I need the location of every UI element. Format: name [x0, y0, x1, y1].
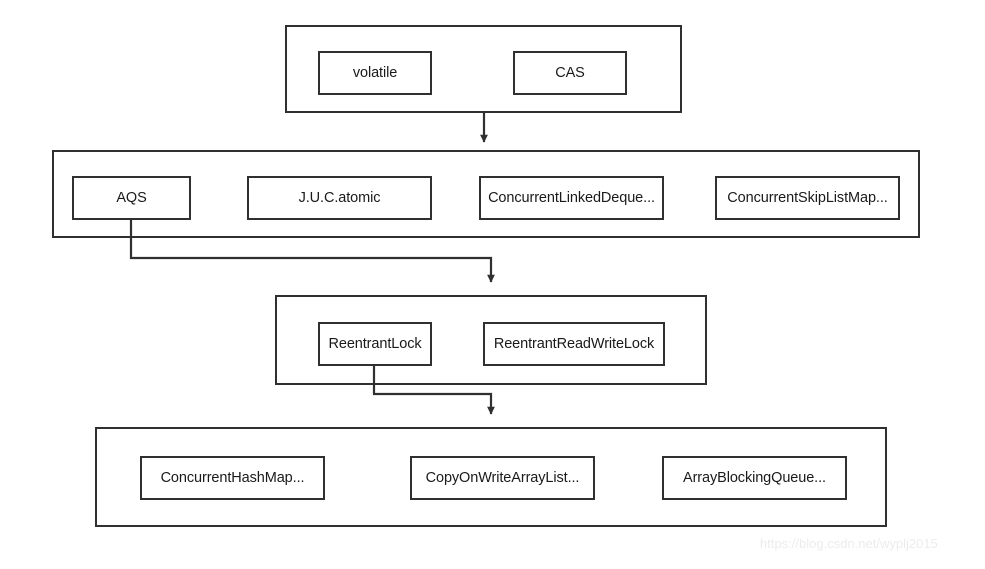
node-array-blocking-queue[interactable]: ArrayBlockingQueue...	[662, 456, 847, 500]
diagram-canvas: volatile CAS AQS J.U.C.atomic Concurrent…	[0, 0, 985, 569]
node-aqs[interactable]: AQS	[72, 176, 191, 220]
node-juc-atomic[interactable]: J.U.C.atomic	[247, 176, 432, 220]
node-reentrant-lock[interactable]: ReentrantLock	[318, 322, 432, 366]
node-copy-on-write-array-list[interactable]: CopyOnWriteArrayList...	[410, 456, 595, 500]
node-reentrant-read-write-lock[interactable]: ReentrantReadWriteLock	[483, 322, 665, 366]
node-concurrent-hash-map[interactable]: ConcurrentHashMap...	[140, 456, 325, 500]
node-cas[interactable]: CAS	[513, 51, 627, 95]
node-volatile[interactable]: volatile	[318, 51, 432, 95]
node-concurrent-skip-list-map[interactable]: ConcurrentSkipListMap...	[715, 176, 900, 220]
watermark-url: https://blog.csdn.net/wyplj2015	[760, 536, 938, 551]
node-concurrent-linked-deque[interactable]: ConcurrentLinkedDeque...	[479, 176, 664, 220]
